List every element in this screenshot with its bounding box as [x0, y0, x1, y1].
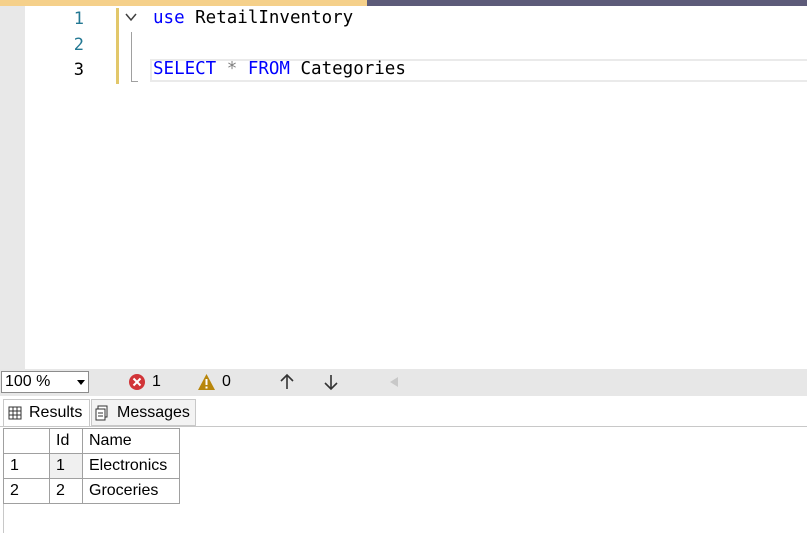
code-text: Categories [289, 59, 406, 79]
warning-triangle-icon [198, 374, 215, 390]
column-header-name[interactable]: Name [82, 428, 180, 454]
tab-results[interactable]: Results [3, 399, 90, 426]
line-number-1: 1 [73, 9, 84, 29]
keyword-use: use [153, 8, 185, 28]
results-grid-pane: Id Name 1 1 Electronics 2 2 Groceries [3, 428, 807, 533]
editor-status-bar: 100 % 1 0 [0, 369, 807, 396]
editor-glyph-margin [0, 6, 25, 369]
table-row: 2 2 Groceries [3, 478, 180, 504]
code-line-3[interactable]: SELECT * FROM Categories [153, 59, 406, 79]
grid-header-row: Id Name [3, 428, 180, 454]
grid-cell-name[interactable]: Groceries [82, 478, 180, 504]
grid-cell-id[interactable]: 1 [49, 453, 83, 479]
error-count[interactable]: 1 [128, 371, 161, 393]
grid-cell-name[interactable]: Electronics [82, 453, 180, 479]
table-row: 1 1 Electronics [3, 453, 180, 479]
line-number-2: 2 [73, 35, 84, 55]
results-grid[interactable]: Id Name 1 1 Electronics 2 2 Groceries [3, 428, 180, 504]
grid-icon [8, 406, 22, 420]
keyword-select: SELECT [153, 59, 217, 79]
operator-star: * [216, 59, 248, 79]
line-number-3: 3 [73, 60, 84, 80]
arrow-up-icon[interactable] [277, 372, 297, 392]
results-tab-strip: Results Messages [0, 396, 807, 426]
grid-corner-cell[interactable] [3, 428, 50, 454]
query-editor[interactable]: 1 2 3 use RetailInventory SELECT * FROM … [0, 6, 807, 369]
code-line-1[interactable]: use RetailInventory [153, 8, 353, 28]
row-header[interactable]: 2 [3, 478, 50, 504]
scroll-left-icon[interactable] [385, 372, 405, 392]
grid-cell-id[interactable]: 2 [49, 478, 83, 504]
chevron-down-icon[interactable] [124, 10, 138, 24]
dropdown-arrow-icon [77, 380, 85, 385]
fold-guide-line [131, 32, 132, 82]
tab-results-label: Results [29, 404, 83, 421]
error-count-value: 1 [152, 373, 161, 390]
error-circle-icon [129, 374, 145, 390]
warning-count[interactable]: 0 [197, 371, 231, 393]
zoom-value: 100 % [5, 373, 51, 390]
code-text: RetailInventory [184, 8, 354, 28]
tab-messages[interactable]: Messages [91, 399, 196, 426]
document-icon [95, 405, 108, 420]
zoom-dropdown[interactable]: 100 % [1, 371, 89, 393]
fold-guide-end [131, 81, 138, 82]
keyword-from: FROM [247, 59, 290, 79]
row-header[interactable]: 1 [3, 453, 50, 479]
tab-divider [0, 426, 807, 427]
arrow-down-icon[interactable] [321, 372, 341, 392]
tab-messages-label: Messages [117, 403, 190, 421]
column-header-id[interactable]: Id [49, 428, 83, 454]
change-tracking-bar [116, 8, 119, 84]
warning-count-value: 0 [222, 373, 231, 390]
